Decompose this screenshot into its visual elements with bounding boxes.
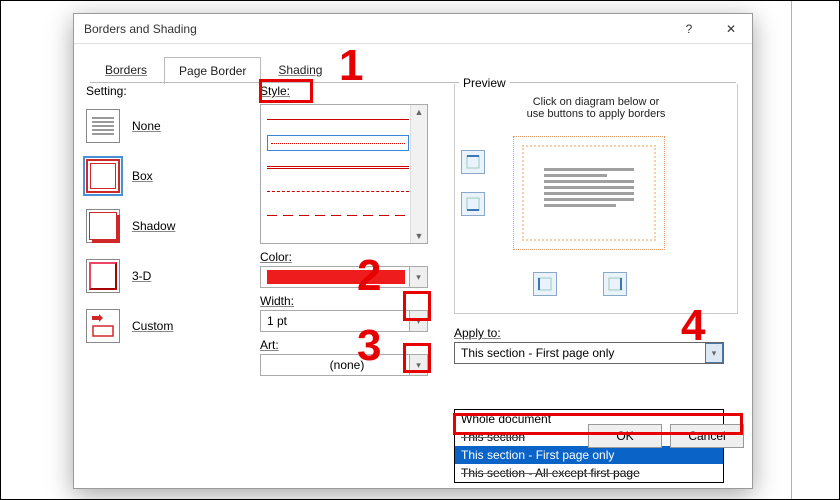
- apply-to-label: Apply to:: [454, 326, 738, 340]
- titlebar: Borders and Shading ? ✕: [74, 14, 752, 44]
- preview-label: Preview: [459, 76, 510, 90]
- scroll-down-icon: ▼: [415, 231, 424, 241]
- style-option-double[interactable]: [267, 159, 409, 175]
- width-value: 1 pt: [267, 314, 287, 328]
- apply-option-all-except-first[interactable]: This section - All except first page: [455, 464, 723, 482]
- setting-label: Setting:: [86, 84, 246, 98]
- setting-box-icon: [86, 159, 120, 193]
- width-dropdown-button[interactable]: ▾: [409, 311, 427, 331]
- apply-to-dropdown-button[interactable]: ▾: [705, 343, 723, 363]
- border-bottom-icon: [466, 197, 480, 211]
- preview-top-border-button[interactable]: [461, 150, 485, 174]
- width-combobox[interactable]: 1 pt ▾: [260, 310, 428, 332]
- preview-group: Preview Click on diagram below oruse but…: [454, 84, 738, 314]
- style-option-dashed-short[interactable]: [267, 183, 409, 199]
- help-button[interactable]: ?: [668, 14, 710, 44]
- preview-bottom-border-button[interactable]: [461, 192, 485, 216]
- style-option-dotted[interactable]: [267, 135, 409, 151]
- tab-strip: Borders Page Border Shading: [82, 52, 744, 83]
- style-option-dashed-long[interactable]: [267, 207, 409, 223]
- chevron-down-icon: ▾: [712, 348, 717, 359]
- setting-none[interactable]: None: [86, 104, 246, 148]
- setting-custom-label: Custom: [132, 319, 173, 333]
- border-left-icon: [538, 277, 552, 291]
- setting-none-icon: [86, 109, 120, 143]
- border-right-icon: [608, 277, 622, 291]
- close-button[interactable]: ✕: [710, 14, 752, 44]
- apply-to-combobox[interactable]: This section - First page only ▾: [454, 342, 724, 364]
- color-label: Color:: [260, 250, 432, 264]
- style-scrollbar[interactable]: ▲ ▼: [410, 105, 427, 243]
- setting-3d-icon: [86, 259, 120, 293]
- chevron-down-icon: ▾: [416, 360, 421, 371]
- preview-left-border-button[interactable]: [533, 272, 557, 296]
- setting-shadow[interactable]: Shadow: [86, 204, 246, 248]
- style-option-solid[interactable]: [267, 111, 409, 127]
- setting-shadow-icon: [86, 209, 120, 243]
- preview-hint: Click on diagram below oruse buttons to …: [461, 96, 731, 120]
- apply-to-value: This section - First page only: [461, 346, 614, 360]
- art-combobox[interactable]: (none) ▾: [260, 354, 428, 376]
- apply-option-first-page-only[interactable]: This section - First page only: [455, 446, 723, 464]
- tab-page-border[interactable]: Page Border: [164, 57, 261, 84]
- setting-box-label: Box: [132, 169, 153, 183]
- setting-3d-label: 3-D: [132, 269, 151, 283]
- close-icon: ✕: [726, 22, 736, 36]
- tab-borders[interactable]: Borders: [90, 56, 162, 83]
- setting-box[interactable]: Box: [86, 154, 246, 198]
- dialog-title: Borders and Shading: [84, 22, 197, 36]
- art-label: Art:: [260, 338, 432, 352]
- setting-3d[interactable]: 3-D: [86, 254, 246, 298]
- style-listbox[interactable]: ▲ ▼: [260, 104, 428, 244]
- preview-page[interactable]: [513, 136, 665, 250]
- setting-custom[interactable]: Custom: [86, 304, 246, 348]
- color-swatch: [267, 270, 405, 284]
- setting-custom-icon: [86, 309, 120, 343]
- border-top-icon: [466, 155, 480, 169]
- setting-none-label: None: [132, 119, 161, 133]
- chevron-down-icon: ▾: [416, 316, 421, 327]
- color-dropdown-button[interactable]: ▾: [409, 267, 427, 287]
- art-dropdown-button[interactable]: ▾: [409, 355, 427, 375]
- chevron-down-icon: ▾: [416, 272, 421, 283]
- art-value: (none): [330, 358, 365, 372]
- color-combobox[interactable]: ▾: [260, 266, 428, 288]
- scroll-up-icon: ▲: [415, 107, 424, 117]
- ok-button[interactable]: OK: [588, 424, 662, 448]
- help-icon: ?: [686, 22, 693, 36]
- width-label: Width:: [260, 294, 432, 308]
- preview-right-border-button[interactable]: [603, 272, 627, 296]
- tab-shading[interactable]: Shading: [263, 56, 337, 83]
- borders-shading-dialog: Borders and Shading ? ✕ Borders Page Bor…: [73, 13, 753, 489]
- setting-shadow-label: Shadow: [132, 219, 175, 233]
- cancel-button[interactable]: Cancel: [670, 424, 744, 448]
- style-label: Style:: [260, 84, 432, 98]
